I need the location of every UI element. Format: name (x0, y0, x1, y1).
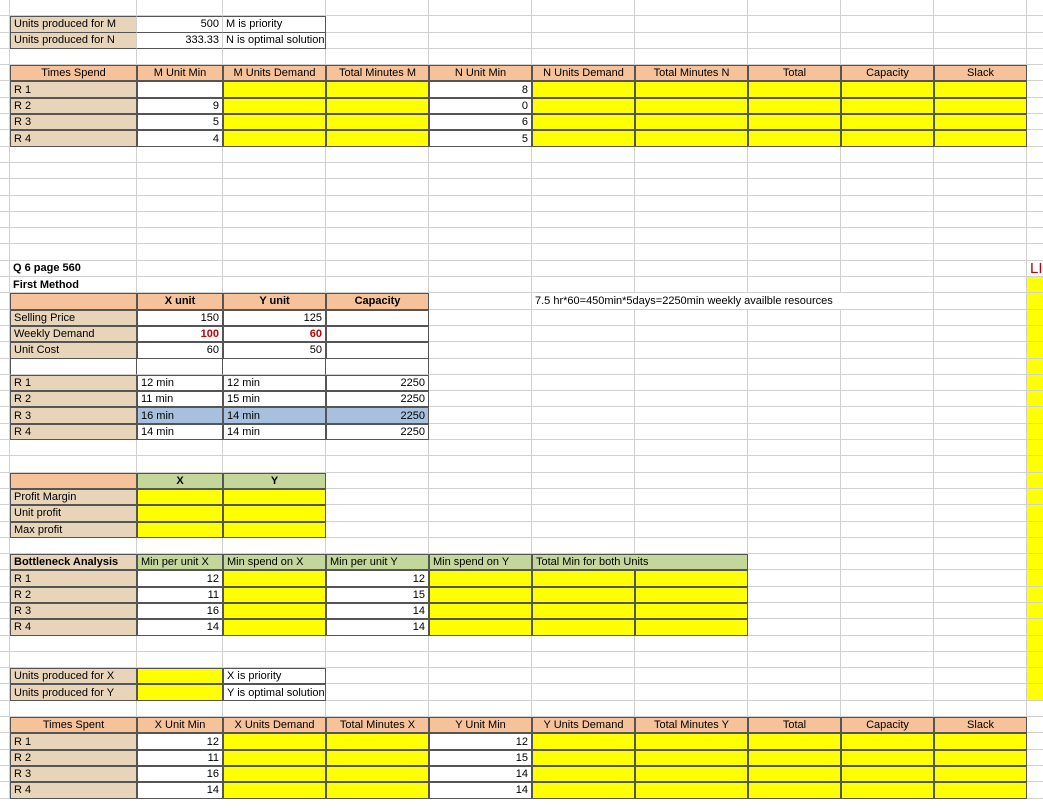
res-r2-y[interactable]: 15 min (223, 391, 326, 407)
value-units-n[interactable]: 333.33 (137, 33, 223, 49)
hdr-capacity2: Capacity (326, 293, 429, 309)
q6-title: Q 6 page 560 (10, 261, 137, 277)
label-units-m: Units produced for M (10, 16, 137, 32)
ts-r1-tot[interactable] (748, 81, 841, 97)
value-units-x[interactable] (137, 668, 223, 684)
hdr-n-units-demand: N Units Demand (532, 65, 635, 81)
label-unitcost: Unit Cost (10, 342, 137, 358)
res-r3-c[interactable]: 2250 (326, 407, 429, 423)
bn-r1-x[interactable]: 12 (137, 570, 223, 586)
ts-r1-n[interactable]: 8 (429, 81, 532, 97)
res-r3-x[interactable]: 16 min (137, 407, 223, 423)
unitcost-y[interactable]: 50 (223, 342, 326, 358)
res-r4: R 4 (10, 424, 137, 440)
hdr-total-min-n: Total Minutes N (635, 65, 748, 81)
res-r4-c[interactable]: 2250 (326, 424, 429, 440)
hdr-blank (10, 293, 137, 309)
ts-r1-m[interactable] (137, 81, 223, 97)
hdr-y: Y (223, 473, 326, 489)
hdr-total-min-m: Total Minutes M (326, 65, 429, 81)
hdr-m-units-demand: M Units Demand (223, 65, 326, 81)
bn-h1: Min per unit X (137, 554, 223, 570)
hdr-slack: Slack (934, 65, 1027, 81)
label-units-y: Units produced for Y (10, 684, 137, 700)
ts-r1-totm[interactable] (326, 81, 429, 97)
ts-r1-cap[interactable] (841, 81, 934, 97)
note-units-m[interactable]: M is priority (223, 16, 326, 32)
res-r1-c[interactable]: 2250 (326, 375, 429, 391)
bn-r1-y[interactable]: 12 (326, 570, 429, 586)
bn-r1: R 1 (10, 570, 137, 586)
lindo-text: LINDO Syntax a (1027, 261, 1043, 277)
hdr-m-unit-min: M Unit Min (137, 65, 223, 81)
ts-r3: R 3 (10, 114, 137, 130)
weekly-x[interactable]: 100 (137, 326, 223, 342)
hdr-capacity: Capacity (841, 65, 934, 81)
res-r4-x[interactable]: 14 min (137, 424, 223, 440)
res-r1-x[interactable]: 12 min (137, 375, 223, 391)
hdr-times-spent: Times Spent (10, 717, 137, 733)
bn-h4: Min spend on Y (429, 554, 532, 570)
unitcost-x[interactable]: 60 (137, 342, 223, 358)
hdr-n-unit-min: N Unit Min (429, 65, 532, 81)
ts-r3-m[interactable]: 5 (137, 114, 223, 130)
res-r1: R 1 (10, 375, 137, 391)
res-r1-y[interactable]: 12 min (223, 375, 326, 391)
ts-r1-slack[interactable] (934, 81, 1027, 97)
note-units-x[interactable]: X is priority (223, 668, 326, 684)
value-units-m[interactable]: 500 (137, 16, 223, 32)
bn-r4: R 4 (10, 619, 137, 635)
selling-y[interactable]: 125 (223, 310, 326, 326)
ts-r2-n[interactable]: 0 (429, 98, 532, 114)
bn-h2: Min spend on X (223, 554, 326, 570)
hdr-times-spend: Times Spend (10, 65, 137, 81)
label-units-n: Units produced for N (10, 33, 137, 49)
bn-r3: R 3 (10, 603, 137, 619)
ts-r1-totn[interactable] (635, 81, 748, 97)
note-weekly: 7.5 hr*60=450min*5days=2250min weekly av… (532, 293, 934, 309)
res-r2: R 2 (10, 391, 137, 407)
label-selling: Selling Price (10, 310, 137, 326)
first-method: First Method (10, 277, 137, 293)
bn-h5: Total Min for both Units (532, 554, 748, 570)
res-r2-x[interactable]: 11 min (137, 391, 223, 407)
ts-r1-mdem[interactable] (223, 81, 326, 97)
ts-r3-n[interactable]: 6 (429, 114, 532, 130)
note-units-n[interactable]: N is optimal solution (223, 33, 326, 49)
ts-r4-m[interactable]: 4 (137, 130, 223, 146)
unit-profit: Unit profit (10, 505, 137, 521)
res-r3: R 3 (10, 407, 137, 423)
selling-x[interactable]: 150 (137, 310, 223, 326)
value-units-y[interactable] (137, 684, 223, 700)
hdr-xunit: X unit (137, 293, 223, 309)
res-r2-c[interactable]: 2250 (326, 391, 429, 407)
res-r4-y[interactable]: 14 min (223, 424, 326, 440)
label-weekly: Weekly Demand (10, 326, 137, 342)
bn-h3: Min per unit Y (326, 554, 429, 570)
hdr-yunit: Y unit (223, 293, 326, 309)
hdr-x: X (137, 473, 223, 489)
ts-r2-m[interactable]: 9 (137, 98, 223, 114)
ts-r1-ndem[interactable] (532, 81, 635, 97)
bn-r2: R 2 (10, 587, 137, 603)
hdr-total: Total (748, 65, 841, 81)
ts-r1: R 1 (10, 81, 137, 97)
ts-r4: R 4 (10, 130, 137, 146)
profit-margin: Profit Margin (10, 489, 137, 505)
tsp-r1: R 1 (10, 733, 137, 749)
label-units-x: Units produced for X (10, 668, 137, 684)
weekly-y[interactable]: 60 (223, 326, 326, 342)
spreadsheet[interactable]: Units produced for M 500 M is priority U… (0, 0, 1043, 799)
max-profit: Max profit (10, 522, 137, 538)
bottleneck-title: Bottleneck Analysis (10, 554, 137, 570)
res-r3-y[interactable]: 14 min (223, 407, 326, 423)
note-units-y[interactable]: Y is optimal solution (223, 684, 326, 700)
ts-r2: R 2 (10, 98, 137, 114)
ts-r4-n[interactable]: 5 (429, 130, 532, 146)
